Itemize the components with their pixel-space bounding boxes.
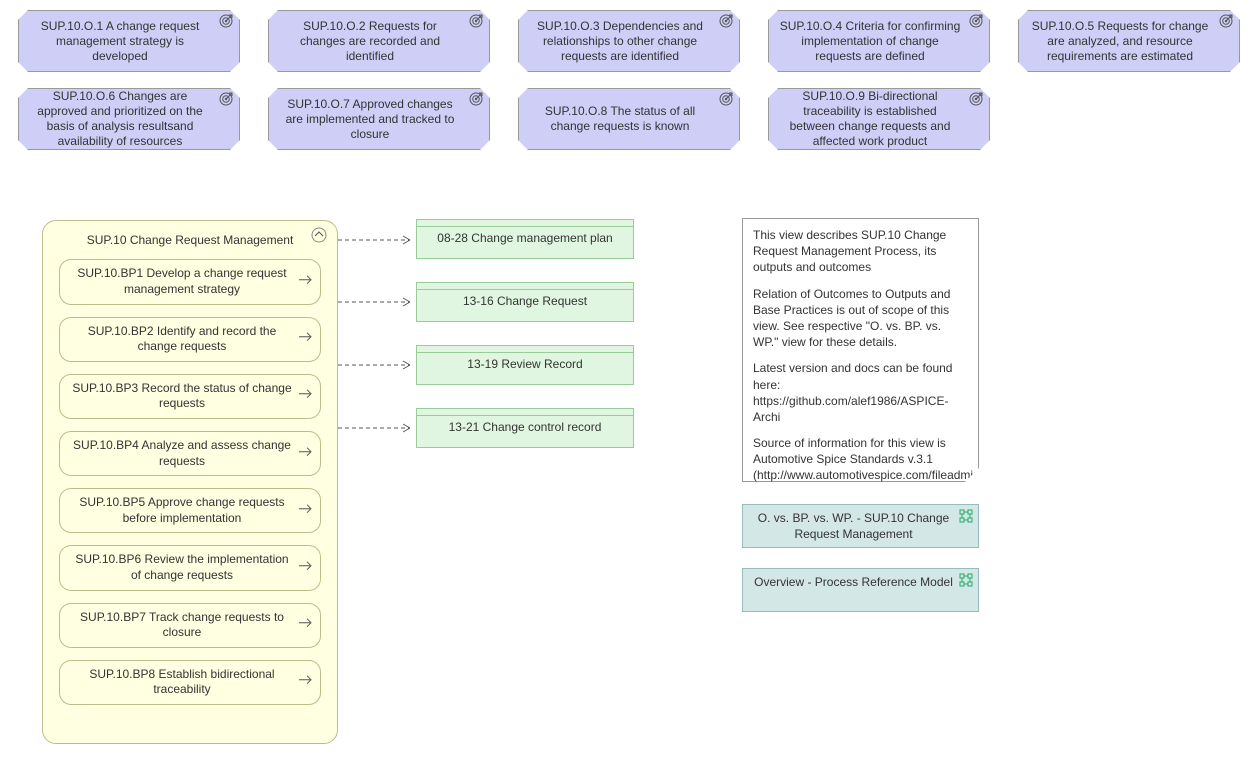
bp-8[interactable]: SUP.10.BP8 Establish bidirectional trace…: [59, 660, 321, 705]
bp-label: SUP.10.BP2 Identify and record the chang…: [70, 324, 294, 355]
target-icon: [219, 14, 233, 28]
outcome-label: SUP.10.O.7 Approved changes are implemen…: [279, 97, 461, 142]
arrow-right-icon: [298, 617, 314, 634]
outcome-label: SUP.10.O.3 Dependencies and relationship…: [529, 19, 711, 64]
arrow-right-icon: [298, 560, 314, 577]
output-label: 13-21 Change control record: [417, 416, 633, 438]
outcome-label: SUP.10.O.2 Requests for changes are reco…: [279, 19, 461, 64]
bp-label: SUP.10.BP7 Track change requests to clos…: [70, 610, 294, 641]
output-label: 08-28 Change management plan: [417, 227, 633, 249]
outcome-o6[interactable]: SUP.10.O.6 Changes are approved and prio…: [18, 88, 240, 150]
note-p1: This view describes SUP.10 Change Reques…: [753, 227, 968, 276]
outcome-label: SUP.10.O.6 Changes are approved and prio…: [29, 89, 211, 149]
arrow-right-icon: [298, 502, 314, 519]
output-1[interactable]: 08-28 Change management plan: [416, 219, 634, 259]
note-p3: Latest version and docs can be found her…: [753, 360, 968, 425]
process-title: SUP.10 Change Request Management: [83, 233, 297, 247]
bp-label: SUP.10.BP3 Record the status of change r…: [70, 381, 294, 412]
target-icon: [719, 92, 733, 106]
tree-icon: [959, 573, 973, 592]
bp-5[interactable]: SUP.10.BP5 Approve change requests befor…: [59, 488, 321, 533]
outcome-o5[interactable]: SUP.10.O.5 Requests for change are analy…: [1018, 10, 1240, 72]
bp-label: SUP.10.BP6 Review the implementation of …: [70, 552, 294, 583]
note-p4: Source of information for this view is A…: [753, 435, 968, 500]
link-o-vs-bp-vs-wp[interactable]: O. vs. BP. vs. WP. - SUP.10 Change Reque…: [742, 504, 979, 548]
arrow-right-icon: [298, 388, 314, 405]
outcome-o4[interactable]: SUP.10.O.4 Criteria for confirming imple…: [768, 10, 990, 72]
output-4[interactable]: 13-21 Change control record: [416, 408, 634, 448]
arrow-right-icon: [298, 674, 314, 691]
note-p2: Relation of Outcomes to Outputs and Base…: [753, 286, 968, 351]
outcome-o3[interactable]: SUP.10.O.3 Dependencies and relationship…: [518, 10, 740, 72]
outcome-label: SUP.10.O.8 The status of all change requ…: [529, 104, 711, 134]
output-label: 13-16 Change Request: [417, 290, 633, 312]
outcome-o9[interactable]: SUP.10.O.9 Bi-directional traceability i…: [768, 88, 990, 150]
output-label: 13-19 Review Record: [417, 353, 633, 375]
target-icon: [469, 14, 483, 28]
link-overview-prm[interactable]: Overview - Process Reference Model: [742, 568, 979, 612]
link-label: Overview - Process Reference Model: [754, 575, 953, 591]
outcome-label: SUP.10.O.9 Bi-directional traceability i…: [779, 89, 961, 149]
outcome-o2[interactable]: SUP.10.O.2 Requests for changes are reco…: [268, 10, 490, 72]
bp-2[interactable]: SUP.10.BP2 Identify and record the chang…: [59, 317, 321, 362]
collapse-icon[interactable]: [311, 227, 327, 246]
target-icon: [1219, 14, 1233, 28]
bp-label: SUP.10.BP5 Approve change requests befor…: [70, 495, 294, 526]
outcome-label: SUP.10.O.4 Criteria for confirming imple…: [779, 19, 961, 64]
link-label: O. vs. BP. vs. WP. - SUP.10 Change Reque…: [753, 511, 954, 542]
arrow-right-icon: [298, 274, 314, 291]
target-icon: [219, 92, 233, 106]
bp-4[interactable]: SUP.10.BP4 Analyze and assess change req…: [59, 431, 321, 476]
output-2[interactable]: 13-16 Change Request: [416, 282, 634, 322]
target-icon: [469, 92, 483, 106]
connectors: [338, 218, 418, 438]
outcome-o8[interactable]: SUP.10.O.8 The status of all change requ…: [518, 88, 740, 150]
arrow-right-icon: [298, 331, 314, 348]
arrow-right-icon: [298, 445, 314, 462]
bp-1[interactable]: SUP.10.BP1 Develop a change request mana…: [59, 259, 321, 304]
outcome-o7[interactable]: SUP.10.O.7 Approved changes are implemen…: [268, 88, 490, 150]
target-icon: [969, 14, 983, 28]
outcome-label: SUP.10.O.5 Requests for change are analy…: [1029, 19, 1211, 64]
outcome-o1[interactable]: SUP.10.O.1 A change request management s…: [18, 10, 240, 72]
process-sup10[interactable]: SUP.10 Change Request Management SUP.10.…: [42, 220, 338, 744]
note-description: This view describes SUP.10 Change Reques…: [742, 218, 979, 482]
bp-label: SUP.10.BP4 Analyze and assess change req…: [70, 438, 294, 469]
outcome-label: SUP.10.O.1 A change request management s…: [29, 19, 211, 64]
bp-7[interactable]: SUP.10.BP7 Track change requests to clos…: [59, 603, 321, 648]
tree-icon: [959, 509, 973, 528]
target-icon: [969, 92, 983, 106]
bp-label: SUP.10.BP8 Establish bidirectional trace…: [70, 667, 294, 698]
target-icon: [719, 14, 733, 28]
output-3[interactable]: 13-19 Review Record: [416, 345, 634, 385]
bp-3[interactable]: SUP.10.BP3 Record the status of change r…: [59, 374, 321, 419]
bp-6[interactable]: SUP.10.BP6 Review the implementation of …: [59, 545, 321, 590]
bp-label: SUP.10.BP1 Develop a change request mana…: [70, 266, 294, 297]
